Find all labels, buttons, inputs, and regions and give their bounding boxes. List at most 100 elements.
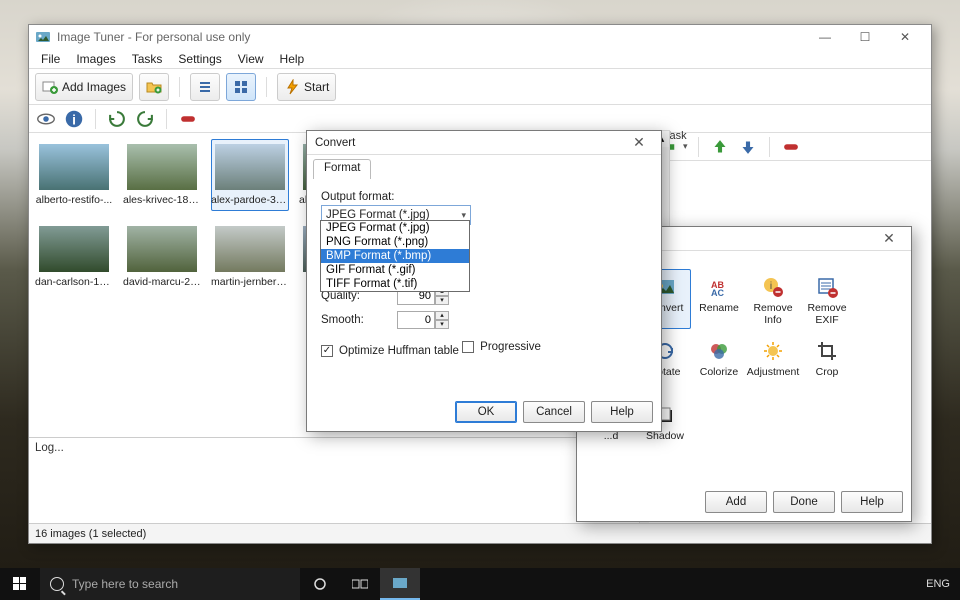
menu-view[interactable]: View: [230, 50, 272, 68]
menu-help[interactable]: Help: [272, 50, 313, 68]
remove-icon[interactable]: [177, 109, 199, 129]
thumbnail[interactable]: alberto-restifo-...: [35, 139, 113, 211]
add-folder-button[interactable]: [139, 73, 169, 101]
add-images-button[interactable]: Add Images: [35, 73, 133, 101]
convert-titlebar: Convert ✕: [307, 131, 661, 155]
lightning-icon: [284, 79, 300, 95]
task-item-colorize[interactable]: Colorize: [693, 333, 745, 393]
menu-settings[interactable]: Settings: [170, 50, 229, 68]
rotate-left-icon[interactable]: [106, 109, 128, 129]
thumbnail[interactable]: ales-krivec-188...: [123, 139, 201, 211]
task-done-button[interactable]: Done: [773, 491, 835, 513]
task-up-icon[interactable]: [709, 137, 731, 157]
app-icon: [35, 29, 51, 45]
menu-images[interactable]: Images: [68, 50, 123, 68]
maximize-button[interactable]: ☐: [845, 25, 885, 49]
task-add-button[interactable]: Add: [705, 491, 767, 513]
output-format-dropdown[interactable]: JPEG Format (*.jpg)PNG Format (*.png)BMP…: [320, 220, 470, 292]
add-images-icon: [42, 79, 58, 95]
thumbnail[interactable]: martin-jernberg...: [211, 221, 289, 293]
view-list-button[interactable]: [190, 73, 220, 101]
tab-format[interactable]: Format: [313, 159, 371, 179]
minimize-button[interactable]: —: [805, 25, 845, 49]
ok-button[interactable]: OK: [455, 401, 517, 423]
task-item-rename[interactable]: ABACRename: [693, 269, 745, 329]
task-dialog-close[interactable]: ✕: [875, 230, 903, 247]
task-item-label: Colorize: [700, 366, 739, 378]
status-text: 16 images (1 selected): [35, 528, 146, 540]
start-button-win[interactable]: [0, 568, 40, 600]
dropdown-option[interactable]: GIF Format (*.gif): [321, 263, 469, 277]
eye-icon[interactable]: [35, 109, 57, 129]
taskbar-app-image-tuner[interactable]: [380, 568, 420, 600]
thumbnail[interactable]: alex-pardoe-32...: [211, 139, 289, 211]
dropdown-option[interactable]: JPEG Format (*.jpg): [321, 221, 469, 235]
help-button[interactable]: Help: [591, 401, 653, 423]
optimize-checkbox[interactable]: ✓ Optimize Huffman table: [321, 345, 459, 357]
windows-icon: [13, 577, 27, 591]
thumbnail-caption: dan-carlson-141...: [35, 276, 113, 288]
start-button[interactable]: Start: [277, 73, 336, 101]
smooth-up[interactable]: ▴: [435, 311, 449, 320]
thumbnail[interactable]: dan-carlson-141...: [35, 221, 113, 293]
adjust-icon: [762, 340, 784, 362]
task-item-rinfo[interactable]: iRemove Info: [747, 269, 799, 329]
main-toolbar: Add Images Start: [29, 69, 931, 105]
add-folder-icon: [146, 79, 162, 95]
task-item-label: Remove EXIF: [802, 302, 852, 326]
cancel-button[interactable]: Cancel: [523, 401, 585, 423]
menu-bar: File Images Tasks Settings View Help: [29, 49, 931, 69]
thumbnail-caption: ales-krivec-188...: [123, 194, 201, 206]
info-icon[interactable]: i: [63, 109, 85, 129]
task-down-icon[interactable]: [737, 137, 759, 157]
task-item-crop[interactable]: Crop: [801, 333, 853, 393]
thumbnail[interactable]: david-marcu-20...: [123, 221, 201, 293]
dropdown-option[interactable]: TIFF Format (*.tif): [321, 277, 469, 291]
secondary-toolbar: i: [29, 105, 931, 133]
task-remove-icon[interactable]: [780, 137, 802, 157]
start-label: Start: [304, 80, 329, 94]
thumbnail-caption: martin-jernberg...: [211, 276, 289, 288]
smooth-input[interactable]: [397, 311, 435, 329]
close-button[interactable]: ✕: [885, 25, 925, 49]
task-view-icon[interactable]: [340, 568, 380, 600]
colorize-icon: [708, 340, 730, 362]
crop-icon: [816, 340, 838, 362]
window-title: Image Tuner - For personal use only: [57, 30, 805, 44]
task-item-rexif[interactable]: Remove EXIF: [801, 269, 853, 329]
menu-tasks[interactable]: Tasks: [124, 50, 171, 68]
dropdown-option[interactable]: BMP Format (*.bmp): [321, 249, 469, 263]
convert-close-button[interactable]: ✕: [625, 134, 653, 151]
task-help-button[interactable]: Help: [841, 491, 903, 513]
checkbox-icon: [462, 341, 474, 353]
progressive-checkbox[interactable]: Progressive: [462, 341, 541, 353]
task-item-adjust[interactable]: Adjustment: [747, 333, 799, 393]
view-thumbs-button[interactable]: [226, 73, 256, 101]
menu-file[interactable]: File: [33, 50, 68, 68]
taskbar-lang[interactable]: ENG: [916, 578, 960, 590]
thumbnail-caption: alex-pardoe-32...: [211, 194, 289, 206]
search-placeholder: Type here to search: [72, 577, 178, 591]
rotate-right-icon[interactable]: [134, 109, 156, 129]
smooth-down[interactable]: ▾: [435, 320, 449, 329]
thumbnail-image: [215, 226, 285, 272]
checkbox-icon: ✓: [321, 345, 333, 357]
smooth-label: Smooth:: [321, 314, 391, 326]
cortana-icon[interactable]: [300, 568, 340, 600]
svg-text:i: i: [770, 281, 772, 292]
search-icon: [50, 577, 64, 591]
thumbnail-image: [39, 226, 109, 272]
smooth-spinner[interactable]: ▴▾: [397, 311, 449, 329]
dropdown-option[interactable]: PNG Format (*.png): [321, 235, 469, 249]
svg-text:AC: AC: [711, 288, 724, 298]
windows-taskbar: Type here to search ENG: [0, 568, 960, 600]
convert-title: Convert: [315, 137, 625, 149]
grid-icon: [233, 79, 249, 95]
quality-down[interactable]: ▾: [435, 296, 449, 305]
output-format-label: Output format:: [321, 191, 647, 203]
rinfo-icon: i: [762, 276, 784, 298]
taskbar-search[interactable]: Type here to search: [40, 568, 300, 600]
task-item-label: Rename: [699, 302, 739, 314]
thumbnail-image: [39, 144, 109, 190]
svg-text:i: i: [72, 112, 76, 127]
